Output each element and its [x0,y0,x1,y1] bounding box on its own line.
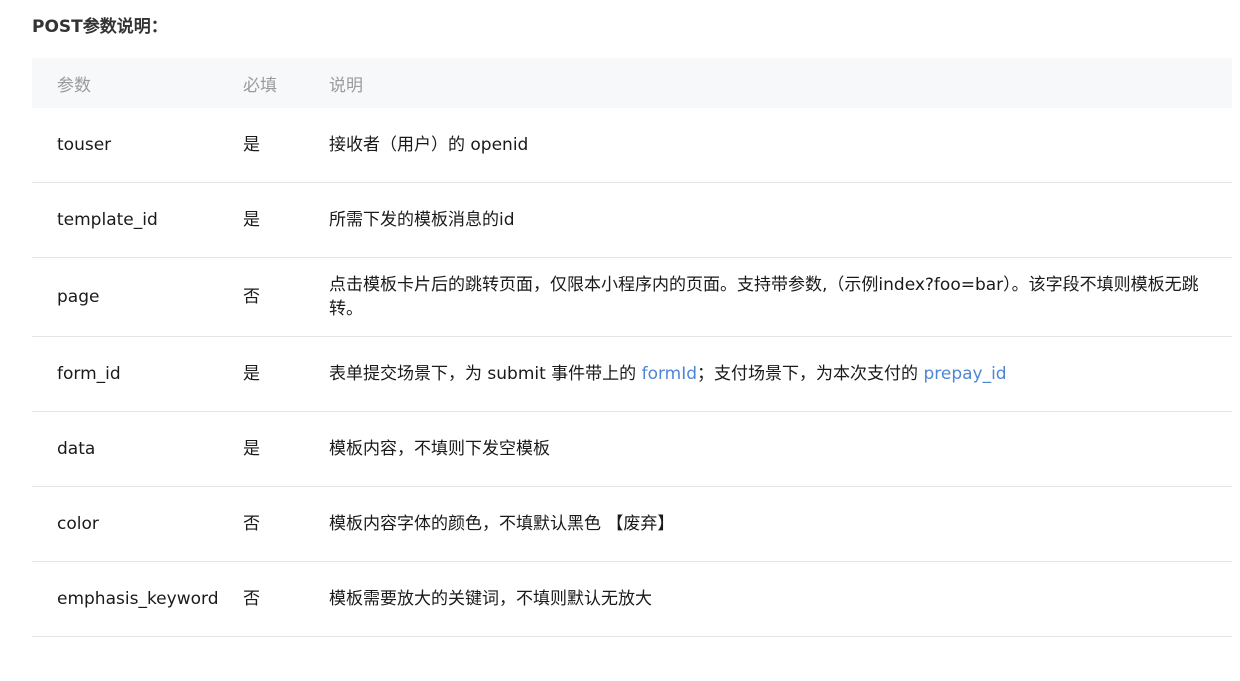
desc-text: 表单提交场景下，为 submit 事件带上的 [329,364,642,384]
param-desc: 所需下发的模板消息的id [329,182,1232,258]
param-desc: 点击模板卡片后的跳转页面，仅限本小程序内的页面。支持带参数,（示例index?f… [329,257,1232,337]
table-row: emphasis_keyword 否模板需要放大的关键词，不填则默认无放大 [32,561,1232,637]
param-name: color [32,486,243,562]
param-desc: 表单提交场景下，为 submit 事件带上的 formId；支付场景下，为本次支… [329,336,1232,412]
params-table: 参数 必填 说明 touser 是接收者（用户）的 openid template_… [32,58,1232,637]
desc-text: 模板需要放大的关键词，不填则默认无放大 [329,589,652,609]
param-required: 是 [243,336,329,412]
desc-text: 所需下发的模板消息的id [329,210,515,230]
param-name: page [32,257,243,337]
param-desc: 模板需要放大的关键词，不填则默认无放大 [329,561,1232,637]
param-name: touser [32,108,243,183]
header-required: 必填 [243,58,329,108]
param-desc: 模板内容字体的颜色，不填默认黑色 【废弃】 [329,486,1232,562]
desc-text: 模板内容字体的颜色，不填默认黑色 【废弃】 [329,514,675,534]
table-row: touser 是接收者（用户）的 openid [32,108,1232,183]
desc-text: 模板内容，不填则下发空模板 [329,439,550,459]
desc-text: 点击模板卡片后的跳转页面，仅限本小程序内的页面。支持带参数,（示例index?f… [329,275,1199,319]
header-param: 参数 [32,58,243,108]
param-desc: 模板内容，不填则下发空模板 [329,411,1232,487]
table-row: data 是模板内容，不填则下发空模板 [32,411,1232,487]
desc-text: ；支付场景下，为本次支付的 [697,364,924,384]
param-desc: 接收者（用户）的 openid [329,108,1232,183]
param-required: 否 [243,561,329,637]
param-required: 否 [243,486,329,562]
param-required: 是 [243,411,329,487]
table-row: color 否模板内容字体的颜色，不填默认黑色 【废弃】 [32,486,1232,562]
table-row: page 否点击模板卡片后的跳转页面，仅限本小程序内的页面。支持带参数,（示例in… [32,257,1232,337]
param-required: 否 [243,257,329,337]
doc-link[interactable]: formId [642,364,697,384]
param-name: emphasis_keyword [32,561,243,637]
param-name: data [32,411,243,487]
table-row: form_id 是表单提交场景下，为 submit 事件带上的 formId；支付… [32,336,1232,412]
param-name: form_id [32,336,243,412]
section-title: POST参数说明： [32,17,168,37]
header-desc: 说明 [329,58,1232,108]
param-required: 是 [243,182,329,258]
doc-link[interactable]: prepay_id [923,364,1006,384]
desc-text: 接收者（用户）的 openid [329,135,529,155]
table-header: 参数 必填 说明 [32,58,1232,108]
param-required: 是 [243,108,329,183]
table-row: template_id 是所需下发的模板消息的id [32,182,1232,258]
param-name: template_id [32,182,243,258]
